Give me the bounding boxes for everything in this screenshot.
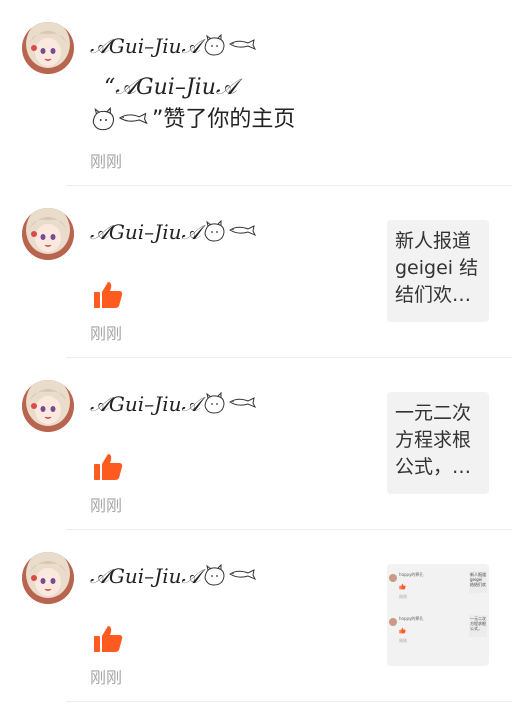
username-text: 𝒜Gui–Jiu𝒜 [90,220,201,244]
mini-avatar [389,574,397,582]
timestamp: 刚刚 [90,496,123,515]
preview-text: 新人报道geigei 结结们欢… [395,230,479,306]
mini-preview: 一元二次方程求根公式， [469,615,487,637]
mini-preview-text: 新人报道geigei 结结们欢 [470,572,486,587]
thumbs-up-icon [94,626,123,652]
preview-text: 一元二次方程求根公式，… [395,402,472,478]
notification-item[interactable]: 𝒜Gui–Jiu𝒜 刚刚 一元二次方程求根公式，… [0,358,512,530]
mini-timestamp: 刚刚 [399,638,407,643]
username[interactable]: 𝒜Gui–Jiu𝒜 [90,220,260,244]
cat-fish-doodle-icon [92,107,148,131]
avatar[interactable] [22,552,74,604]
username-text: 𝒜Gui–Jiu𝒜 [90,564,201,588]
thumbs-up-icon [94,454,123,480]
timestamp: 刚刚 [90,152,123,171]
post-preview[interactable]: happy的罪孔 刚刚 新人报道geigei 结结们欢 happy的罪孔 刚刚 [387,564,489,666]
username[interactable]: 𝒜Gui–Jiu𝒜 [90,564,260,588]
notification-item[interactable]: 𝒜Gui–Jiu𝒜 “𝒜Gui–Jiu𝒜 ”赞了你的主页 刚刚 [0,0,512,186]
notification-item[interactable]: 𝒜Gui–Jiu𝒜 刚刚 happy的罪孔 刚刚 新人报道geigei 结结们欢… [0,530,512,718]
username-text: 𝒜Gui–Jiu𝒜 [90,34,201,58]
thumbs-up-icon [399,627,406,634]
message-line-1: “𝒜Gui–Jiu𝒜 [90,72,295,104]
mini-notification: happy的罪孔 刚刚 新人报道geigei 结结们欢 [387,570,489,614]
mini-notification: happy的罪孔 刚刚 一元二次方程求根公式， [387,614,489,658]
cat-fish-doodle-icon [204,564,257,586]
mini-username: happy的罪孔 [399,616,424,621]
mini-preview-text: 一元二次方程求根公式， [470,616,486,631]
notification-item[interactable]: 𝒜Gui–Jiu𝒜 刚刚 新人报道geigei 结结们欢… [0,186,512,358]
notification-message: “𝒜Gui–Jiu𝒜 ”赞了你的主页 [90,72,295,136]
mini-timestamp: 刚刚 [399,594,407,599]
message-action: ”赞了你的主页 [152,107,296,132]
avatar[interactable] [22,22,74,74]
username-text: 𝒜Gui–Jiu𝒜 [90,392,201,416]
timestamp: 刚刚 [90,668,123,687]
avatar[interactable] [22,208,74,260]
divider [66,701,512,702]
username[interactable]: 𝒜Gui–Jiu𝒜 [90,34,260,58]
message-line-2: ”赞了你的主页 [90,104,295,136]
cat-fish-doodle-icon [204,392,257,414]
mini-avatar [389,618,397,626]
thumbs-up-icon [94,282,123,308]
mini-preview: 新人报道geigei 结结们欢 [469,571,487,593]
cat-fish-doodle-icon [204,34,257,56]
thumbs-up-icon [399,583,406,590]
post-preview[interactable]: 一元二次方程求根公式，… [387,392,489,494]
avatar[interactable] [22,380,74,432]
message-username: “𝒜Gui–Jiu𝒜 [104,75,237,100]
mini-username: happy的罪孔 [399,572,424,577]
post-preview[interactable]: 新人报道geigei 结结们欢… [387,220,489,322]
timestamp: 刚刚 [90,324,123,343]
username[interactable]: 𝒜Gui–Jiu𝒜 [90,392,260,416]
cat-fish-doodle-icon [204,220,257,242]
notification-feed: 𝒜Gui–Jiu𝒜 “𝒜Gui–Jiu𝒜 ”赞了你的主页 刚刚 𝒜Gui–Jiu… [0,0,512,718]
